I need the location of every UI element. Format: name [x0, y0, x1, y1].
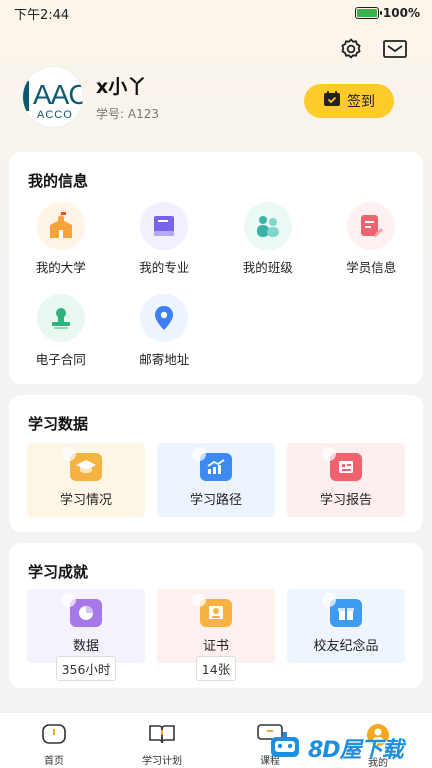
tile-study-status[interactable]: 学习情况 — [27, 443, 145, 517]
tile-certificate[interactable]: 证书 14张 — [157, 589, 275, 681]
book-icon — [140, 202, 189, 250]
tab-study-plan[interactable]: 学习计划 — [108, 713, 216, 768]
user-name: x小丫 — [96, 76, 147, 98]
tile-alumni-gift[interactable]: 校友纪念品 — [287, 589, 405, 663]
profile-header: AAC ACCO x小丫 学号: A123 签到 — [22, 66, 412, 128]
watermark: 8D屋下载 — [268, 728, 432, 768]
status-time: 下午2:44 — [14, 7, 70, 23]
tile-label: 学习情况 — [59, 492, 112, 508]
achievement-card: 学习成就 数据 356小时 证书 14张 校友纪念品 — [9, 543, 423, 688]
user-info: x小丫 学号: A123 — [96, 72, 159, 122]
section-title: 学习成就 — [28, 563, 89, 581]
info-item-university[interactable]: 我的大学 — [9, 202, 113, 276]
calendar-check-icon — [323, 91, 341, 111]
battery-percent: 100% — [382, 6, 420, 20]
data-tiles: 学习情况 学习路径 学习报告 — [27, 443, 405, 517]
learning-data-card: 学习数据 学习情况 学习路径 学习报告 — [9, 395, 423, 532]
watermark-text: 8D屋下载 — [308, 738, 404, 763]
graduation-cap-icon — [62, 446, 102, 481]
report-icon — [322, 446, 362, 481]
tile-study-report[interactable]: 学习报告 — [287, 443, 405, 517]
info-label: 我的班级 — [242, 260, 293, 275]
people-icon — [243, 202, 292, 250]
info-item-address[interactable]: 邮寄地址 — [113, 294, 217, 368]
tile-label: 校友纪念品 — [313, 638, 379, 654]
tile-label: 数据 — [72, 638, 99, 654]
stamp-icon — [36, 294, 85, 342]
info-label: 学员信息 — [346, 260, 397, 275]
info-item-student-info[interactable]: 学员信息 — [320, 202, 424, 276]
hours-badge: 356小时 — [55, 656, 117, 681]
home-icon — [41, 723, 67, 749]
tab-label: 首页 — [44, 756, 64, 767]
avatar[interactable]: AAC ACCO — [22, 66, 84, 128]
gift-icon — [322, 592, 362, 627]
tab-label: 学习计划 — [142, 756, 182, 767]
battery-icon — [354, 7, 382, 19]
chart-line-icon — [192, 446, 232, 481]
gear-icon[interactable] — [338, 36, 364, 62]
section-title: 学习数据 — [28, 415, 89, 433]
certificate-icon — [192, 592, 232, 627]
info-item-major[interactable]: 我的专业 — [113, 202, 217, 276]
checkin-label: 签到 — [347, 94, 375, 110]
tile-label: 学习报告 — [319, 492, 372, 508]
checkin-button[interactable]: 签到 — [304, 84, 394, 118]
mail-icon[interactable] — [382, 36, 408, 62]
info-item-contract[interactable]: 电子合同 — [9, 294, 113, 368]
robot-logo-icon — [268, 731, 302, 765]
section-title: 我的信息 — [28, 172, 89, 190]
tile-study-path[interactable]: 学习路径 — [157, 443, 275, 517]
info-grid: 我的大学 我的专业 我的班级 学员信息 电子合同 邮寄地址 — [9, 202, 423, 368]
my-info-card: 我的信息 我的大学 我的专业 我的班级 学员信息 电子合同 邮寄地址 — [9, 152, 423, 384]
info-label: 我的专业 — [139, 260, 190, 275]
certificate-count-badge: 14张 — [195, 656, 237, 681]
book-open-icon — [148, 723, 176, 749]
status-bar: 下午2:44 100% — [0, 0, 432, 26]
logo-subtext: ACCO — [37, 109, 73, 121]
achievement-tiles: 数据 356小时 证书 14张 校友纪念品 — [27, 589, 405, 681]
info-label: 电子合同 — [35, 352, 86, 367]
tile-label: 学习路径 — [189, 492, 242, 508]
info-item-class[interactable]: 我的班级 — [216, 202, 320, 276]
pie-chart-icon — [62, 592, 102, 627]
status-right: 100% — [354, 6, 420, 20]
tile-label: 证书 — [202, 638, 229, 654]
logo-text: AAC — [33, 79, 84, 110]
logo-bar — [23, 81, 29, 111]
profile-edit-icon — [347, 202, 396, 250]
info-label: 邮寄地址 — [139, 352, 190, 367]
header-actions — [338, 36, 408, 62]
tile-data[interactable]: 数据 356小时 — [27, 589, 145, 681]
student-id: 学号: A123 — [96, 107, 159, 121]
tab-home[interactable]: 首页 — [0, 713, 108, 768]
school-icon — [36, 202, 85, 250]
location-pin-icon — [140, 294, 189, 342]
info-label: 我的大学 — [35, 260, 86, 275]
